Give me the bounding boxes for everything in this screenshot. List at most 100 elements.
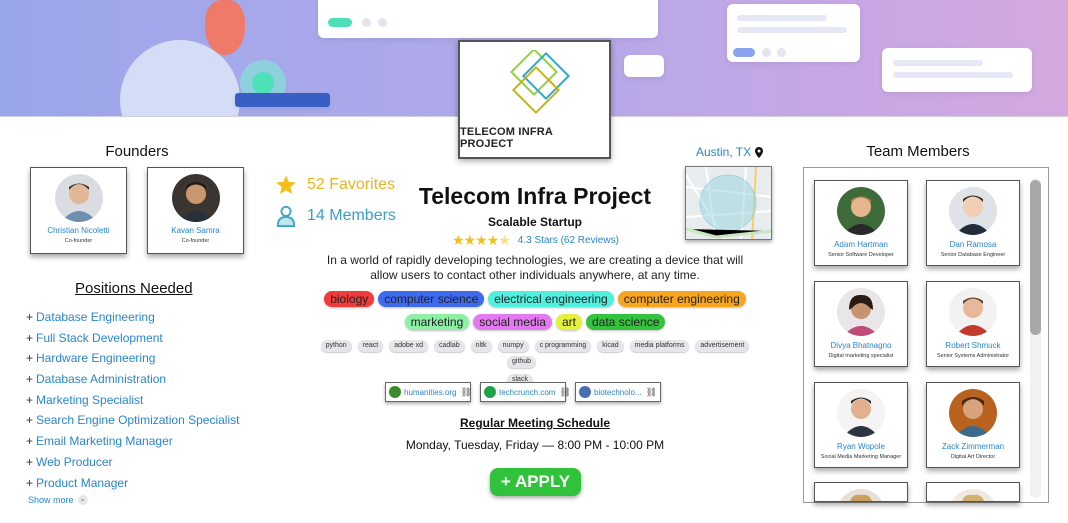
position-item[interactable]: + Web Producer (26, 455, 239, 476)
tag[interactable]: computer engineering (617, 291, 746, 307)
company-description: In a world of rapidly developing technol… (326, 253, 744, 282)
avatar (837, 389, 885, 437)
apply-button[interactable]: + APPLY (490, 468, 581, 496)
link-chip[interactable]: humanities.org ⛓ (385, 382, 472, 402)
plus-icon: + (26, 351, 34, 366)
team-member-card[interactable]: Zack Zimmerman Digital Art Director (926, 382, 1020, 468)
show-more-label: Show more (28, 495, 74, 505)
member-role: Digital Art Director (950, 454, 996, 460)
position-item[interactable]: + Search Engine Optimization Specialist (26, 413, 239, 434)
founders-heading: Founders (105, 143, 169, 160)
chevron-down-icon: ⌄ (77, 495, 88, 505)
member-name: Robert Shmuck (945, 341, 1001, 350)
tag[interactable]: marketing (404, 314, 470, 330)
plus-icon: + (26, 310, 34, 324)
skill-chip[interactable]: nltk (470, 340, 492, 352)
techcrunch-icon (484, 386, 496, 398)
founder-name: Christian Nicoletti (47, 226, 110, 235)
skill-chip[interactable]: numpy (497, 340, 529, 352)
rating[interactable]: ★★★★★ 4.3 Stars (62 Reviews) (452, 232, 619, 249)
logo-diamond-icon (509, 49, 570, 114)
team-member-card[interactable]: Ryan Wopole Social Media Marketing Manag… (814, 382, 908, 468)
members-stat[interactable]: 14 Members (275, 205, 396, 227)
tag[interactable]: biology (324, 291, 375, 307)
founder-card[interactable]: Kavan Samra Co-founder (147, 167, 244, 254)
positions-list: + Database Engineering + Full Stack Develo… (26, 310, 239, 496)
position-label: Marketing Specialist (36, 392, 144, 407)
show-more-button[interactable]: Show more ⌄ (28, 495, 88, 505)
company-name: Telecom Infra Project (418, 183, 652, 209)
position-item[interactable]: + Hardware Engineering (26, 351, 239, 372)
favorites-stat[interactable]: 52 Favorites (275, 174, 395, 196)
tag[interactable]: data science (586, 314, 666, 330)
location-map[interactable] (685, 166, 772, 240)
founder-name: Kavan Samra (171, 226, 220, 235)
position-label: Web Producer (36, 454, 113, 469)
skill-chip[interactable]: react (357, 340, 384, 352)
person-icon (276, 205, 296, 227)
tag[interactable]: social media (473, 314, 552, 330)
skill-chip[interactable]: adobe xd (389, 340, 429, 352)
tag[interactable]: electrical engineering (488, 291, 614, 307)
team-member-card[interactable]: Dan Ramosa Senior Database Engineer (926, 180, 1020, 266)
team-member-card[interactable] (926, 482, 1020, 502)
avatar (54, 174, 103, 222)
tag[interactable]: art (555, 314, 582, 330)
link-icon: ⛓ (559, 386, 571, 397)
map-pin-icon (755, 146, 764, 158)
member-name: Adam Hartman (834, 240, 888, 249)
link-chip[interactable]: biotechnolo... ⛓ (575, 382, 661, 402)
position-item[interactable]: + Email Marketing Manager (26, 434, 239, 455)
tag-row: biology computer science electrical engi… (300, 291, 770, 307)
founder-card[interactable]: Christian Nicoletti Co-founder (30, 167, 127, 254)
position-item[interactable]: + Database Administration (26, 372, 239, 393)
company-logo: TELECOM INFRA PROJECT (458, 40, 611, 159)
globe-icon (389, 386, 401, 398)
tag-row: marketing social media art data science (300, 314, 770, 330)
tag[interactable]: computer science (378, 291, 485, 307)
plus-icon: + (26, 475, 34, 490)
avatar (949, 187, 997, 235)
member-name: Dan Ramosa (949, 240, 997, 249)
position-item[interactable]: + Marketing Specialist (26, 393, 239, 414)
skill-chip[interactable]: media platforms (629, 340, 690, 352)
plus-icon: + (26, 392, 34, 407)
avatar (171, 174, 220, 222)
skill-chip[interactable]: c programming (534, 340, 592, 352)
position-label: Database Engineering (36, 310, 155, 324)
team-scrollbar-thumb[interactable] (1030, 180, 1041, 335)
team-member-card[interactable]: Robert Shmuck Senior Systems Administrat… (926, 281, 1020, 367)
link-label: biotechnolo... (594, 387, 642, 397)
skill-chip[interactable]: github (507, 356, 537, 368)
skill-chip[interactable]: cadlab (434, 340, 465, 352)
member-role: Senior Software Developer (828, 252, 894, 258)
avatar (949, 389, 997, 437)
team-member-card[interactable] (814, 482, 908, 502)
avatar (837, 288, 885, 336)
link-chip[interactable]: techcrunch.com ⛓ (480, 382, 571, 402)
member-role: Digital marketing specialist (828, 353, 894, 359)
team-member-card[interactable]: Adam Hartman Senior Software Developer (814, 180, 908, 266)
position-label: Product Manager (36, 475, 129, 490)
plus-icon: + (26, 372, 34, 387)
position-item[interactable]: + Full Stack Development (26, 331, 239, 352)
location[interactable]: Austin, TX (696, 145, 764, 159)
skill-chip[interactable]: advertisement (695, 340, 750, 352)
skill-chip[interactable]: kicad (597, 340, 624, 352)
site-icon (579, 386, 591, 398)
skill-chip[interactable]: python (320, 340, 352, 352)
position-item[interactable]: + Database Engineering (26, 310, 239, 331)
founder-role: Co-founder (64, 238, 93, 244)
star-icon (276, 175, 296, 194)
position-label: Search Engine Optimization Specialist (36, 413, 240, 428)
location-text: Austin, TX (696, 145, 752, 159)
member-name: Ryan Wopole (837, 442, 885, 451)
link-icon: ⛓ (645, 386, 658, 397)
link-label: humanities.org (404, 387, 457, 397)
skill-list: python react adobe xd cadlab nltk numpy … (300, 340, 770, 352)
position-item[interactable]: + Product Manager (26, 476, 239, 497)
team-member-card[interactable]: Divya Bhatnagno Digital marketing specia… (814, 281, 908, 367)
company-type: Scalable Startup (487, 215, 583, 229)
member-name: Divya Bhatnagno (830, 341, 892, 350)
meeting-time: Monday, Tuesday, Friday — 8:00 PM - 10:0… (405, 438, 665, 452)
